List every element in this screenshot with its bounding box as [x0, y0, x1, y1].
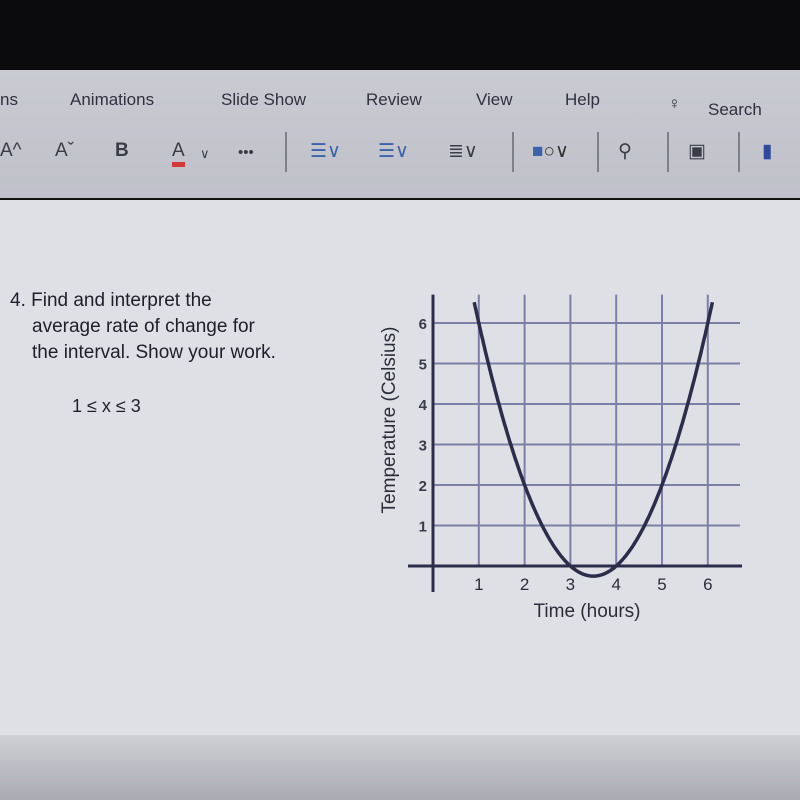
- x-tick-label: 1: [474, 575, 483, 594]
- temperature-chart: 1 2 3 4 5 6 1 2 3 4 5 6 Time (hours) Temperature (Cel…: [379, 294, 742, 622]
- y-tick-label: 3: [419, 438, 427, 455]
- x-tick-label: 4: [611, 575, 620, 594]
- x-tick-label: 2: [520, 575, 529, 594]
- y-tick-label: 4: [419, 397, 428, 414]
- series-line: [472, 301, 715, 578]
- y-tick-label: 1: [419, 519, 427, 536]
- y-tick-label: 5: [419, 357, 427, 374]
- x-tick-label: 6: [703, 575, 712, 594]
- y-tick-label: 6: [419, 316, 427, 333]
- x-tick-label: 3: [566, 575, 575, 594]
- y-tick-label: 2: [419, 478, 427, 495]
- x-axis-label: Time (hours): [534, 601, 641, 622]
- status-area: [0, 735, 800, 800]
- y-axis-label: Temperature (Celsius): [379, 327, 400, 514]
- x-tick-label: 5: [657, 575, 666, 594]
